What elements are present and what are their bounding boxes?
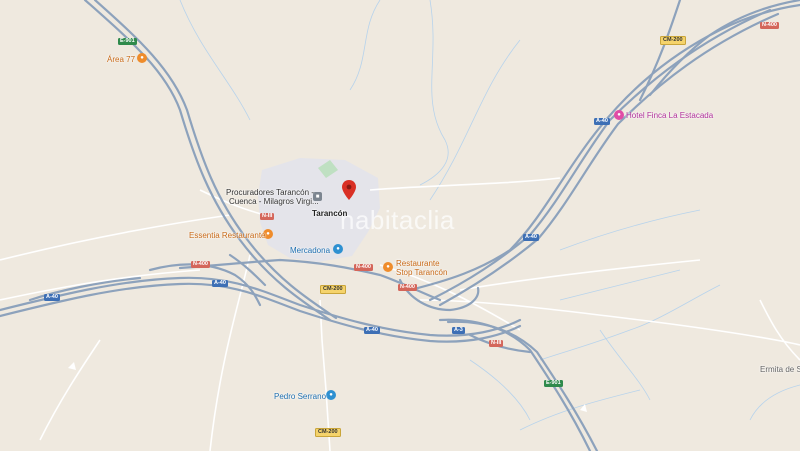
- road-shield-a40-east: A-40: [523, 234, 539, 241]
- road-shield-cm200-top: CM-200: [660, 36, 686, 45]
- road-shield-n400-top: N-400: [760, 22, 779, 29]
- area77-label[interactable]: Área 77: [107, 55, 135, 65]
- watermark-text: habitaclia: [340, 205, 455, 235]
- pedro-serrano-label[interactable]: Pedro Serrano: [274, 392, 326, 402]
- hotel-label[interactable]: Hotel Finca La Estacada: [626, 111, 713, 121]
- restaurante-stop-food-icon[interactable]: ●: [383, 262, 393, 272]
- road-shield-cm200-mid: CM-200: [320, 285, 346, 294]
- map-canvas[interactable]: habitaclia Tarancón ● Área 77 ■ Procurad…: [0, 0, 800, 451]
- road-shield-a3-south: A-3: [452, 327, 465, 334]
- road-shield-a40-south: A-40: [364, 327, 380, 334]
- pedro-serrano-icon[interactable]: ●: [326, 390, 336, 400]
- location-pin-icon[interactable]: [342, 180, 356, 200]
- procuradores-label-line2[interactable]: Cuenca - Milagros Virgi...: [229, 197, 319, 207]
- road-shield-e901-top: E-901: [118, 38, 137, 45]
- mercadona-cart-icon[interactable]: ●: [333, 244, 343, 254]
- road-shield-a40-ne: A-40: [594, 118, 610, 125]
- road-shield-a40-west: A-40: [44, 294, 60, 301]
- road-shield-e901-south: E-901: [544, 380, 563, 387]
- road-shield-n400-mid: N-400: [354, 264, 373, 271]
- mercadona-label[interactable]: Mercadona: [290, 246, 330, 256]
- marker-sw: [68, 362, 76, 370]
- road-shield-cm200-bottom: CM-200: [315, 428, 341, 437]
- road-shield-n400-east: N-400: [398, 284, 417, 291]
- town-label: Tarancón: [312, 209, 348, 218]
- road-shield-n400-west: N-400: [191, 261, 210, 268]
- road-shield-a40-sw: A-40: [212, 280, 228, 287]
- area77-food-icon[interactable]: ●: [137, 53, 147, 63]
- restaurante-stop-label-line2[interactable]: Stop Tarancón: [396, 268, 447, 278]
- ermita-label[interactable]: Ermita de Sa: [760, 365, 800, 375]
- essentia-label[interactable]: Essentia Restaurante: [189, 231, 266, 241]
- road-shield-n3-center: N-III: [260, 213, 275, 220]
- road-shield-n3-south: N-III: [489, 340, 504, 347]
- hotel-bed-icon[interactable]: ●: [614, 110, 624, 120]
